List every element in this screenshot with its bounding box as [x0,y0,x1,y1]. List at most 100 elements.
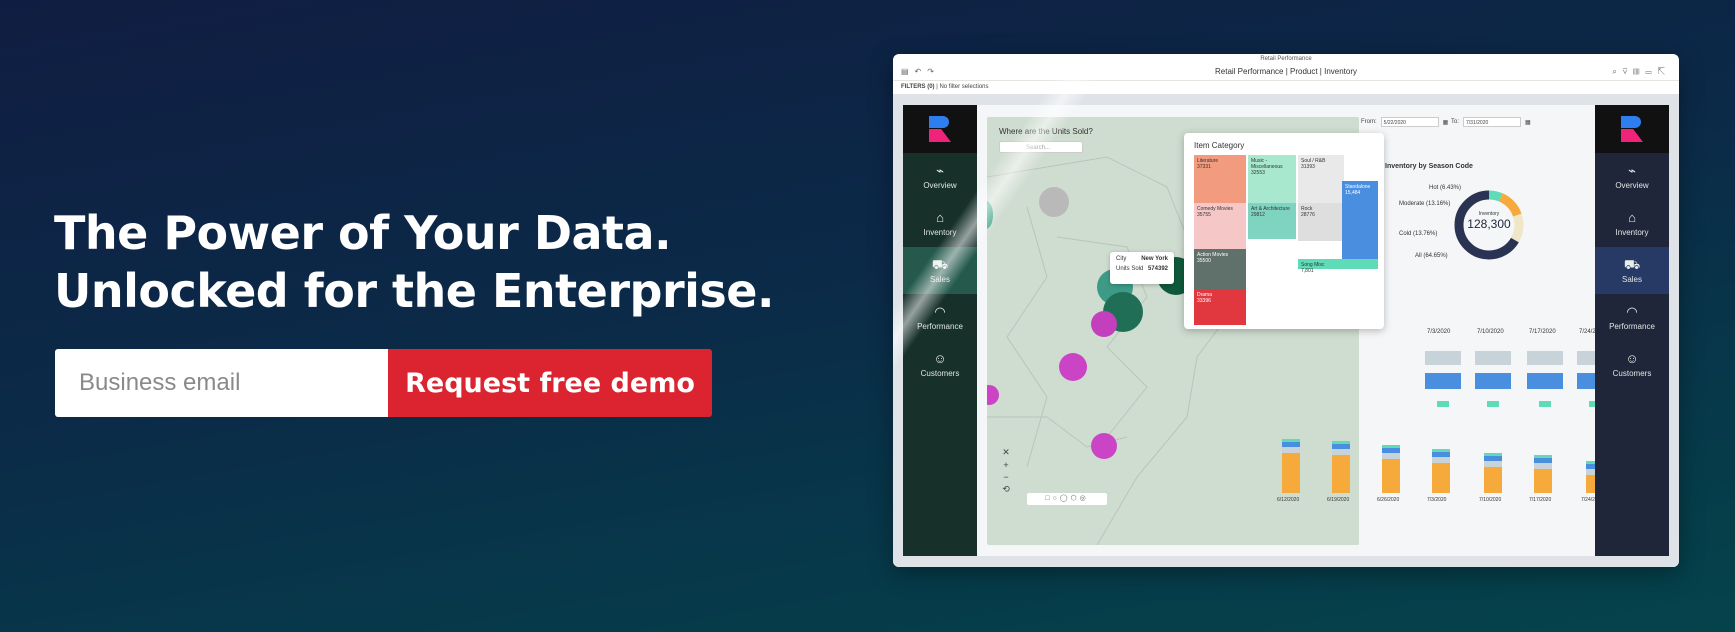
stacked-bar-segment[interactable] [1534,455,1552,458]
date-from-label: From: [1361,119,1377,125]
sidebar-item-performance[interactable]: ◠ Performance [1595,294,1669,341]
sidebar-item-customers[interactable]: ☺ Customers [903,341,977,388]
map-selection-tools[interactable]: □○◯⬡◎ [1027,493,1107,505]
toolbar-right-icons: ⌕⊽▥▭⇱ [1612,67,1671,76]
top-bar[interactable] [1425,351,1461,365]
top-bar[interactable] [1527,351,1563,365]
top-axis-label: 7/17/2020 [1529,329,1556,335]
stacked-bar-segment[interactable] [1432,449,1450,452]
treemap-cell[interactable]: Action Movies 35500 [1194,249,1246,289]
sidebar-item-sales[interactable]: ⛟ Sales [1595,247,1669,294]
top-bar[interactable] [1487,401,1499,407]
zoom-in-icon[interactable]: + [1003,460,1008,470]
treemap-cell-value: 35500 [1197,258,1211,264]
dashboard-preview: Retail Performance ▤↶↷ Retail Performanc… [893,54,1679,567]
stacked-bar-segment[interactable] [1282,447,1300,453]
warehouse-icon: ⌂ [1628,209,1636,225]
treemap-cell[interactable]: Art & Architecture 29812 [1248,203,1296,239]
treemap-cell[interactable]: Soul / R&B 31393 [1298,155,1344,203]
donut-legend-moderate: Moderate (13.16%) [1399,201,1451,207]
treemap-cell[interactable]: Music - Miscellaneous 32553 [1248,155,1296,203]
top-bar[interactable] [1425,373,1461,389]
treemap-cell-value: 28776 [1301,212,1315,218]
stacked-bar-segment[interactable] [1332,444,1350,449]
stacked-bar-segment[interactable] [1332,449,1350,455]
date-from-input[interactable]: 5/22/2020 [1380,117,1439,127]
stacked-bar-segment[interactable] [1282,439,1300,442]
tooltip-city-value: New York [1141,256,1168,262]
app-logo [1595,105,1669,153]
sidebar-item-customers[interactable]: ☺ Customers [1595,341,1669,388]
sidebar-item-overview[interactable]: ⌁ Overview [903,153,977,200]
close-icon[interactable]: ✕ [1002,447,1010,458]
stacked-bar-segment[interactable] [1432,457,1450,463]
bottom-axis-label: 7/10/2020 [1479,497,1502,503]
sidebar-item-inventory[interactable]: ⌂ Inventory [1595,200,1669,247]
treemap-cell[interactable]: Comedy Movies 35755 [1194,203,1246,249]
calendar-icon[interactable]: ▦ [1443,119,1449,126]
filter-bar: FILTERS (0) | No filter selections [893,81,1679,93]
treemap-cell-value: 29812 [1251,212,1265,218]
treemap-title: Item Category [1194,141,1245,150]
stacked-bar-segment[interactable] [1282,442,1300,447]
filters-value: No filter selections [939,84,989,90]
stacked-bar-segment[interactable] [1484,461,1502,467]
map-bubble[interactable] [1059,353,1087,381]
reset-view-icon[interactable]: ⟲ [1002,484,1010,495]
stacked-bar-segment[interactable] [1382,459,1400,493]
top-bar[interactable] [1539,401,1551,407]
business-email-input[interactable] [55,349,388,417]
stacked-bar-segment[interactable] [1534,463,1552,469]
top-bar[interactable] [1527,373,1563,389]
top-axis-label: 7/10/2020 [1477,329,1504,335]
date-from: From: 5/22/2020 ▦ [1361,117,1448,127]
stacked-bar-segment[interactable] [1484,467,1502,493]
donut-legend-all: All (64.65%) [1415,253,1448,259]
stacked-bar-segment[interactable] [1534,458,1552,463]
top-bar[interactable] [1475,351,1511,365]
breadcrumb: Retail Performance | Product | Inventory [1215,67,1357,76]
dashboard-main: Where are the Units Sold? Search... City… [977,105,1663,556]
map-bubble[interactable] [1091,433,1117,459]
stacked-bar-segment[interactable] [1382,445,1400,448]
sidebar-item-overview[interactable]: ⌁ Overview [1595,153,1669,200]
stacked-bar-segment[interactable] [1484,453,1502,456]
stacked-bar-segment[interactable] [1432,463,1450,493]
map-bubble[interactable] [1039,187,1069,217]
stacked-bar-segment[interactable] [1332,441,1350,444]
treemap-cell-value: 31393 [1301,164,1315,170]
donut-center-value: 128,300 [1467,217,1511,231]
trend-chart-icon: ⌁ [1628,162,1636,178]
stacked-bar-segment[interactable] [1282,453,1300,493]
zoom-out-icon[interactable]: − [1003,472,1008,482]
treemap-cell[interactable]: Rock 28776 [1298,203,1344,241]
stacked-bar-segment[interactable] [1534,469,1552,493]
sidebar-item-label: Inventory [1615,227,1649,237]
treemap-cell[interactable]: Drama 33396 [1194,289,1246,325]
stacked-bar-segment[interactable] [1382,448,1400,453]
sidebar-item-label: Sales [1621,274,1642,284]
treemap-cell[interactable]: Literature 37331 [1194,155,1246,203]
request-demo-button[interactable]: Request free demo [388,349,712,417]
sidebar-item-label: Overview [1615,180,1649,190]
treemap-cell-value: 35755 [1197,212,1211,218]
hero-banner: The Power of Your Data. Unlocked for the… [0,0,1735,632]
top-bar[interactable] [1437,401,1449,407]
tooltip-units-value: 574392 [1147,266,1168,272]
stacked-bar-segment[interactable] [1432,452,1450,457]
demo-signup-form: Request free demo [55,349,712,417]
top-axis-label: 7/3/2020 [1427,329,1451,335]
top-bar[interactable] [1475,373,1511,389]
date-to-input[interactable]: 7/31/2020 [1463,117,1522,127]
stacked-bar-segment[interactable] [1382,453,1400,459]
stacked-bar-segment[interactable] [1332,455,1350,493]
map-bubble[interactable] [1091,311,1117,337]
tooltip-units-label: Units Sold [1116,266,1144,272]
sidebar-item-label: Customers [1612,368,1652,378]
stacked-bar-segment[interactable] [1484,456,1502,461]
map-zoom-controls: ✕ + − ⟲ [999,447,1013,503]
bottom-axis-label: 7/3/2020 [1427,497,1447,503]
calendar-icon[interactable]: ▦ [1525,119,1531,126]
treemap-cell-value: 37331 [1197,164,1211,170]
sidebar-item-label: Performance [1609,321,1655,331]
